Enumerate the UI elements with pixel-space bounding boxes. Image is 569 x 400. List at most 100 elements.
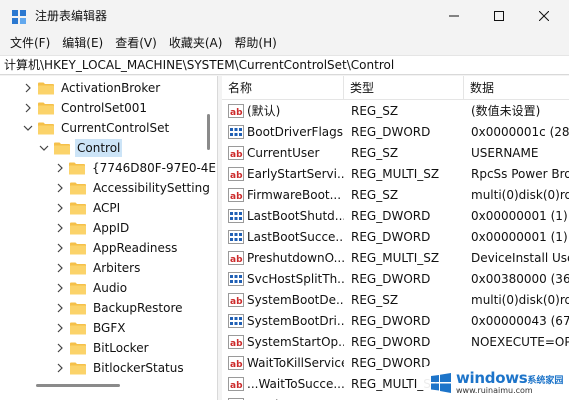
menu-edit[interactable]: 编辑(E) [56,32,109,54]
value-row[interactable]: ab SystemBootDe... REG_SZ multi(0)disk(0)rd [222,290,569,311]
chevron-right-icon[interactable] [55,303,65,313]
tree-item[interactable]: Arbiters [0,258,217,278]
value-data: 0x00000001 (1) [471,230,568,244]
column-data-header[interactable]: 数据 [464,76,569,100]
tree-expander[interactable] [22,122,34,134]
tree-item[interactable]: BackupRestore [0,298,217,318]
chevron-right-icon[interactable] [55,203,65,213]
value-type: REG_DWORD [351,209,431,223]
tree-expander[interactable] [22,102,34,114]
value-name: SystemStartOp... [247,335,344,349]
folder-icon [70,362,86,374]
folder-icon [70,342,86,354]
value-name: SystemBootDe... [247,293,344,307]
menu-help[interactable]: 帮助(H) [228,32,282,54]
folder-icon [38,82,54,94]
value-type: REG_SZ [351,188,399,202]
tree-expander[interactable] [54,162,65,174]
tree-item[interactable]: BGFX [0,318,217,338]
value-row[interactable]: SystemBootDri... REG_DWORD 0x00000043 (67) [222,311,569,332]
chevron-right-icon[interactable] [55,243,65,253]
svg-text:ab: ab [230,192,243,202]
chevron-down-icon[interactable] [23,123,33,133]
value-row[interactable]: BootDriverFlags REG_DWORD 0x0000001c (28) [222,122,569,143]
binary-value-icon [228,209,244,223]
tree-item[interactable]: AppReadiness [0,238,217,258]
tree-item[interactable]: ControlSet001 [0,98,217,118]
tree-expander[interactable] [38,142,50,154]
value-row[interactable]: ab FirmwareBoot... REG_SZ multi(0)disk(0)rd [222,185,569,206]
value-row[interactable]: ab (默认) REG_SZ (数值未设置) [222,101,569,122]
value-data: 0x00000001 (1) [471,209,568,223]
string-value-icon: ab [228,356,244,370]
close-button[interactable] [521,0,567,32]
tree-expander[interactable] [54,282,66,294]
chevron-right-icon[interactable] [55,343,65,353]
tree-item[interactable]: {7746D80F-97E0-4E [0,158,217,178]
tree-horizontal-scrollbar[interactable] [36,384,120,387]
folder-icon [38,102,54,114]
tree-expander[interactable] [54,182,66,194]
values-list[interactable]: 名称 类型 数据 ab (默认) REG_SZ (数值未设置) BootDriverFl… [222,76,569,400]
tree-item-label: Audio [93,281,128,295]
value-data: multi(0)disk(0)rd [471,188,569,202]
tree-item[interactable]: AccessibilitySetting [0,178,217,198]
tree-expander[interactable] [54,302,66,314]
value-name: PreshutdownO... [247,251,344,265]
value-name: WaitToKillServiceTimeout [247,356,344,370]
registry-tree[interactable]: ActivationBroker ControlSet001 CurrentCont… [0,76,218,400]
menu-favorites[interactable]: 收藏夹(A) [163,32,229,54]
chevron-right-icon[interactable] [55,263,65,273]
chevron-right-icon[interactable] [55,323,65,333]
tree-item[interactable]: CurrentControlSet [0,118,217,138]
value-name: CurrentUser [247,146,320,160]
address-bar[interactable]: 计算机\HKEY_LOCAL_MACHINE\SYSTEM\CurrentCon… [0,55,569,75]
tree-expander[interactable] [54,322,66,334]
chevron-right-icon[interactable] [55,363,65,373]
tree-item[interactable]: ActivationBroker [0,78,217,98]
tree-expander[interactable] [54,342,66,354]
column-type-header[interactable]: 类型 [344,76,464,100]
chevron-down-icon[interactable] [39,143,49,153]
tree-item[interactable]: BitlockerStatus [0,358,217,378]
tree-item[interactable]: ACPI [0,198,217,218]
tree-item[interactable]: Control [0,138,217,158]
chevron-right-icon[interactable] [23,83,33,93]
menu-view[interactable]: 查看(V) [109,32,163,54]
chevron-right-icon[interactable] [55,163,65,173]
tree-vertical-scrollbar[interactable] [207,114,210,150]
tree-expander[interactable] [54,242,66,254]
binary-value-icon [228,314,244,328]
value-row[interactable]: ab EarlyStartServi... REG_MULTI_SZ RpcSs Po… [222,164,569,185]
menu-file[interactable]: 文件(F) [4,32,56,54]
tree-item-label: BackupRestore [93,301,183,315]
chevron-right-icon[interactable] [55,183,65,193]
string-value-icon: ab [228,251,244,265]
title-bar[interactable]: 注册表编辑器 [0,0,569,32]
column-name-header[interactable]: 名称 [222,76,344,100]
tree-expander[interactable] [54,222,66,234]
tree-item[interactable]: BitLocker [0,338,217,358]
value-type: REG_SZ [351,104,399,118]
chevron-right-icon[interactable] [55,283,65,293]
maximize-button[interactable] [476,0,522,32]
value-row[interactable]: ab CurrentUser REG_SZ USERNAME [222,143,569,164]
tree-item[interactable]: AppID [0,218,217,238]
tree-item-label: {7746D80F-97E0-4E [92,161,216,175]
tree-expander[interactable] [54,262,66,274]
chevron-right-icon[interactable] [23,103,33,113]
minimize-button[interactable] [431,0,477,32]
watermark-cn: 系统家园 [527,376,564,386]
value-row[interactable]: SvcHostSplitTh... REG_DWORD 0x00380000 (36… [222,269,569,290]
value-row[interactable]: ab SystemStartOp... REG_DWORD NOEXECUTE=OP [222,332,569,353]
tree-expander[interactable] [54,202,66,214]
value-row[interactable]: ab PreshutdownO... REG_MULTI_SZ DeviceInsta… [222,248,569,269]
svg-text:ab: ab [230,108,243,118]
tree-expander[interactable] [22,82,34,94]
value-row[interactable]: LastBootShutd... REG_DWORD 0x00000001 (1) [222,206,569,227]
tree-expander[interactable] [54,362,66,374]
value-name: LastBootSucce... [247,230,344,244]
chevron-right-icon[interactable] [55,223,65,233]
tree-item[interactable]: Audio [0,278,217,298]
value-row[interactable]: LastBootSucce... REG_DWORD 0x00000001 (1) [222,227,569,248]
